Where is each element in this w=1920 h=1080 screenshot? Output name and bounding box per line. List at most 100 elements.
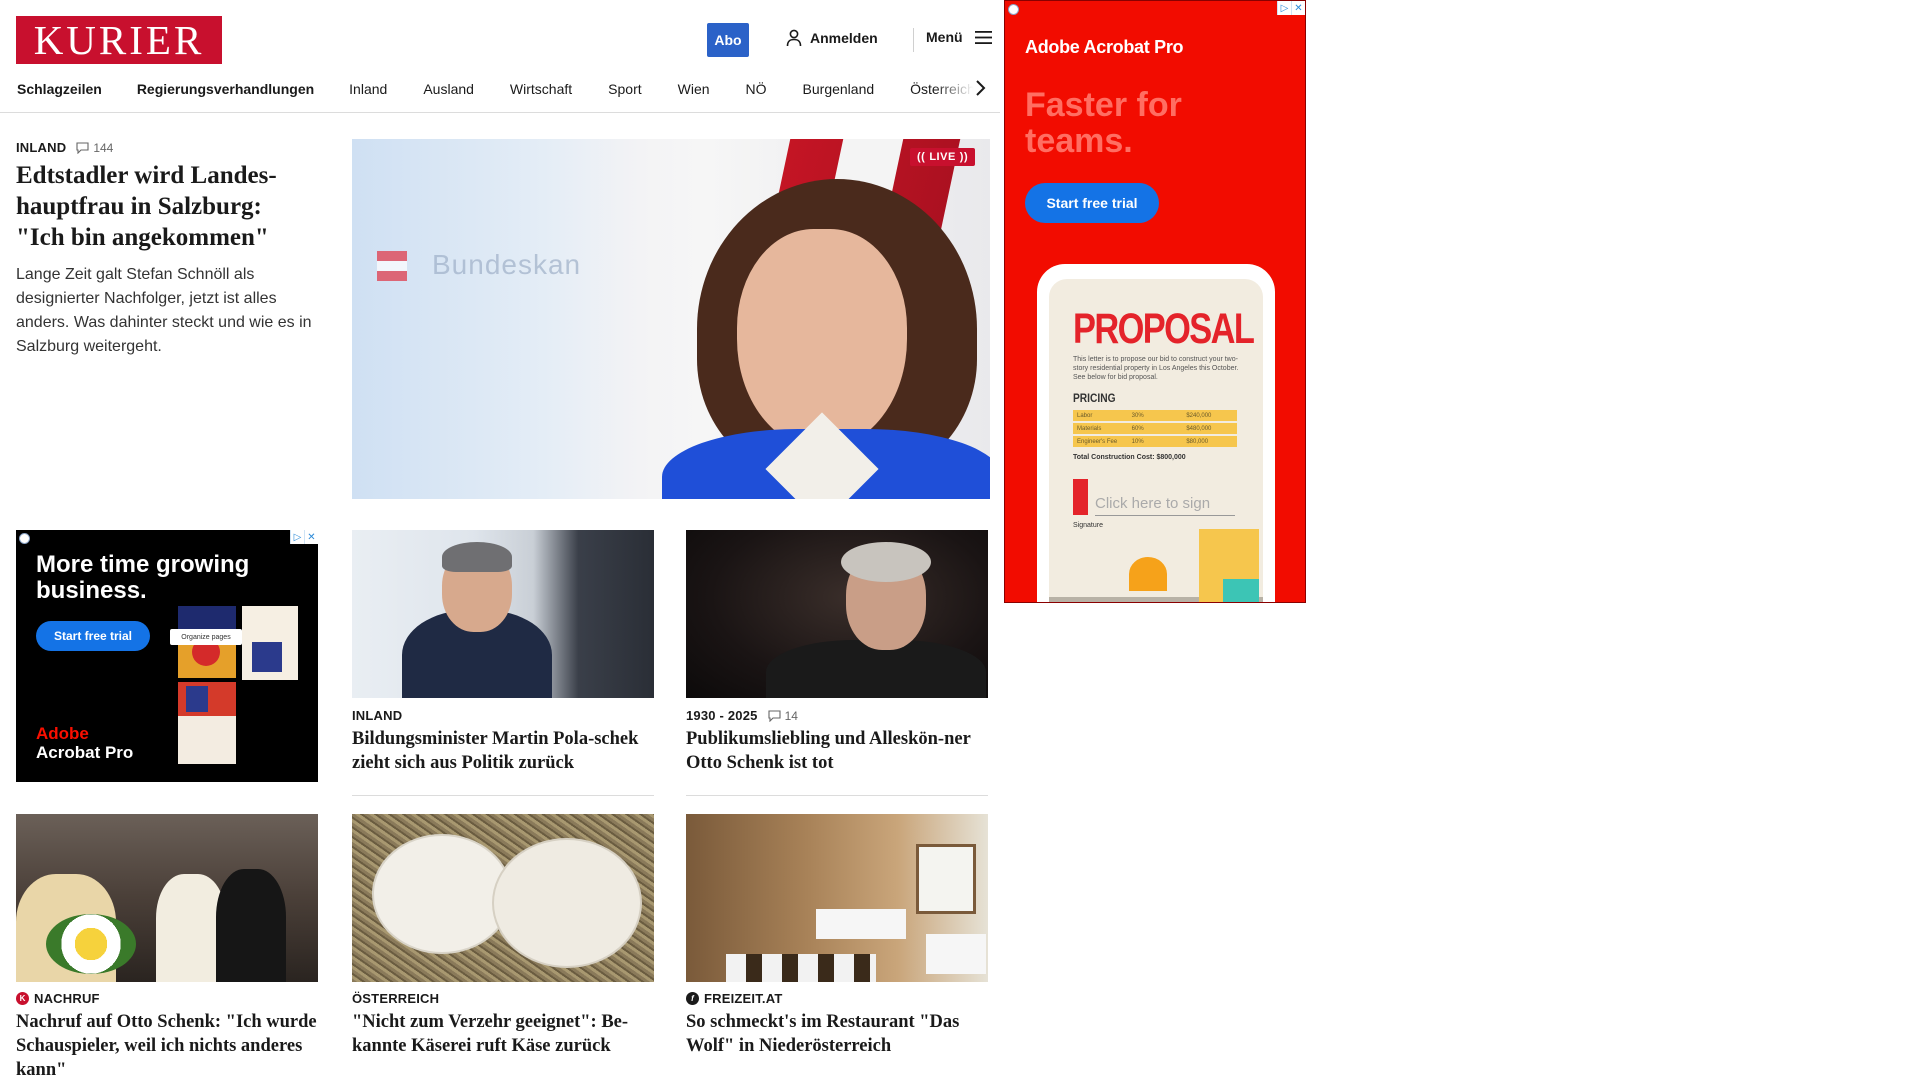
article-image[interactable] bbox=[16, 814, 318, 982]
austria-logo-mark bbox=[377, 251, 407, 281]
acrobat-sign-icon bbox=[1073, 479, 1088, 515]
proposal-document: PROPOSAL This letter is to propose our b… bbox=[1049, 279, 1263, 602]
article-image[interactable] bbox=[352, 530, 654, 698]
article-image[interactable] bbox=[686, 530, 988, 698]
card-divider bbox=[352, 795, 654, 796]
pricing-pct: 60% bbox=[1131, 425, 1144, 432]
card-comment-count: 14 bbox=[784, 708, 798, 723]
card-kicker[interactable]: FREIZEIT.AT bbox=[704, 991, 783, 1006]
ad-start-trial-button[interactable]: Start free trial bbox=[1025, 183, 1159, 223]
card-headline[interactable]: "Nicht zum Verzehr geeignet": Be-kannte … bbox=[352, 1010, 657, 1058]
pricing-row: Materials 60% $480,000 bbox=[1073, 423, 1237, 434]
card-meta: ÖSTERREICH bbox=[352, 991, 439, 1006]
nav-item-wien[interactable]: Wien bbox=[678, 81, 710, 97]
lead-image[interactable]: Bundeskan bbox=[352, 139, 990, 499]
organize-pages-chip: Organize pages bbox=[170, 629, 242, 645]
lead-headline[interactable]: Edtstadler wird Landes-hauptfrau in Salz… bbox=[16, 160, 316, 253]
backdrop-text: Bundeskan bbox=[432, 249, 582, 280]
ad-headline: Faster for teams. bbox=[1025, 86, 1182, 160]
pricing-amount: $480,000 bbox=[1186, 425, 1212, 432]
nav-item-schlagzeilen[interactable]: Schlagzeilen bbox=[17, 81, 102, 97]
pricing-item: Engineer's Fee bbox=[1077, 438, 1118, 445]
doc-total: Total Construction Cost: $800,000 bbox=[1073, 454, 1186, 461]
sign-prompt: Click here to sign bbox=[1095, 495, 1211, 512]
comment-icon bbox=[768, 709, 781, 722]
pricing-amount: $80,000 bbox=[1186, 438, 1209, 445]
nav-item-burgenland[interactable]: Burgenland bbox=[803, 81, 875, 97]
ad-info-icon[interactable] bbox=[19, 533, 30, 544]
pricing-pct: 30% bbox=[1131, 412, 1144, 419]
nav-item-regierungsverhandlungen[interactable]: Regierungsverhandlungen bbox=[137, 81, 314, 97]
login-label: Anmelden bbox=[810, 30, 878, 46]
card-comments[interactable]: 14 bbox=[768, 709, 798, 723]
nav-item-ausland[interactable]: Ausland bbox=[423, 81, 474, 97]
ad-document-thumb bbox=[242, 606, 298, 680]
site-header: KURIER Abo Anmelden Menü Schlagzeilen Re… bbox=[0, 0, 1000, 113]
nav-item-noe[interactable]: NÖ bbox=[746, 81, 767, 97]
illustration-worker bbox=[1129, 557, 1167, 591]
card-kicker[interactable]: 1930 - 2025 bbox=[686, 708, 758, 723]
doc-letter: This letter is to propose our bid to con… bbox=[1073, 356, 1239, 381]
live-label: LIVE bbox=[929, 151, 956, 163]
card-divider bbox=[686, 795, 988, 796]
card-kicker[interactable]: ÖSTERREICH bbox=[352, 991, 439, 1006]
kurier-k-icon: K bbox=[16, 992, 29, 1005]
ad-document-thumb bbox=[178, 682, 236, 764]
pricing-row: Engineer's Fee 10% $80,000 bbox=[1073, 436, 1237, 447]
adchoices-icon[interactable]: ▷ bbox=[290, 530, 304, 544]
comment-icon bbox=[76, 141, 89, 154]
ad-brand: Adobe Acrobat Pro bbox=[1025, 37, 1184, 57]
kurier-logo[interactable]: KURIER bbox=[16, 16, 222, 64]
nav-item-sport[interactable]: Sport bbox=[608, 81, 641, 97]
nav-item-inland[interactable]: Inland bbox=[349, 81, 387, 97]
card-headline[interactable]: Publikumsliebling und Alleskön-ner Otto … bbox=[686, 727, 991, 775]
ad-choices[interactable]: ▷ ✕ bbox=[1277, 1, 1305, 15]
ad-headline: More time growing business. bbox=[36, 551, 250, 604]
user-icon bbox=[786, 29, 802, 47]
adobe-ad-small[interactable]: ▷ ✕ More time growing business. Start fr… bbox=[16, 530, 318, 782]
nav-item-wirtschaft[interactable]: Wirtschaft bbox=[510, 81, 572, 97]
header-divider bbox=[913, 28, 914, 52]
card-kicker[interactable]: INLAND bbox=[352, 708, 402, 723]
pricing-item: Materials bbox=[1077, 425, 1102, 432]
adchoices-icon[interactable]: ▷ bbox=[1277, 1, 1291, 15]
ad-info-icon[interactable] bbox=[1008, 4, 1019, 15]
live-badge: (( LIVE )) bbox=[910, 148, 976, 166]
ad-brand: Adobe bbox=[36, 724, 89, 743]
illustration-blocks bbox=[1223, 579, 1259, 602]
card-headline[interactable]: Bildungsminister Martin Pola-schek zieht… bbox=[352, 727, 657, 775]
card-headline[interactable]: Nachruf auf Otto Schenk: "Ich wurde Scha… bbox=[16, 1010, 321, 1080]
card-meta: INLAND bbox=[352, 708, 402, 723]
chevron-right-icon[interactable] bbox=[973, 79, 987, 97]
doc-pricing-label: PRICING bbox=[1073, 391, 1116, 405]
card-kicker[interactable]: NACHRUF bbox=[34, 991, 100, 1006]
ad-start-trial-button[interactable]: Start free trial bbox=[36, 621, 150, 651]
section-nav: Schlagzeilen Regierungsverhandlungen Inl… bbox=[17, 78, 987, 100]
menu-button[interactable]: Menü bbox=[926, 29, 992, 45]
close-icon[interactable]: ✕ bbox=[304, 530, 318, 544]
close-icon[interactable]: ✕ bbox=[1291, 1, 1305, 15]
doc-title: PROPOSAL bbox=[1073, 305, 1255, 353]
live-signal-icon: (( bbox=[917, 151, 926, 163]
lead-comments[interactable]: 144 bbox=[76, 141, 113, 155]
menu-label: Menü bbox=[926, 29, 963, 45]
ad-choices[interactable]: ▷ ✕ bbox=[290, 530, 318, 544]
card-meta: K NACHRUF bbox=[16, 991, 100, 1006]
pricing-row: Labor 30% $240,000 bbox=[1073, 410, 1237, 421]
article-image[interactable] bbox=[352, 814, 654, 982]
lead-meta: INLAND 144 bbox=[16, 140, 113, 155]
card-meta: f FREIZEIT.AT bbox=[686, 991, 783, 1006]
adobe-ad-big[interactable]: ▷ ✕ Adobe Acrobat Pro Faster for teams. … bbox=[1004, 0, 1306, 603]
live-signal-icon: )) bbox=[959, 151, 969, 163]
login-button[interactable]: Anmelden bbox=[786, 29, 878, 47]
lead-comment-count: 144 bbox=[93, 140, 114, 155]
freizeit-f-icon: f bbox=[686, 992, 699, 1005]
ad-brand: Acrobat Pro bbox=[36, 743, 134, 762]
card-meta: 1930 - 2025 14 bbox=[686, 708, 798, 723]
card-headline[interactable]: So schmeckt's im Restaurant "Das Wolf" i… bbox=[686, 1010, 991, 1058]
lead-kicker[interactable]: INLAND bbox=[16, 140, 66, 155]
abo-button[interactable]: Abo bbox=[707, 23, 749, 57]
pricing-item: Labor bbox=[1077, 412, 1093, 419]
article-image[interactable] bbox=[686, 814, 988, 982]
lead-teaser[interactable]: Lange Zeit galt Stefan Schnöll als desig… bbox=[16, 263, 321, 359]
